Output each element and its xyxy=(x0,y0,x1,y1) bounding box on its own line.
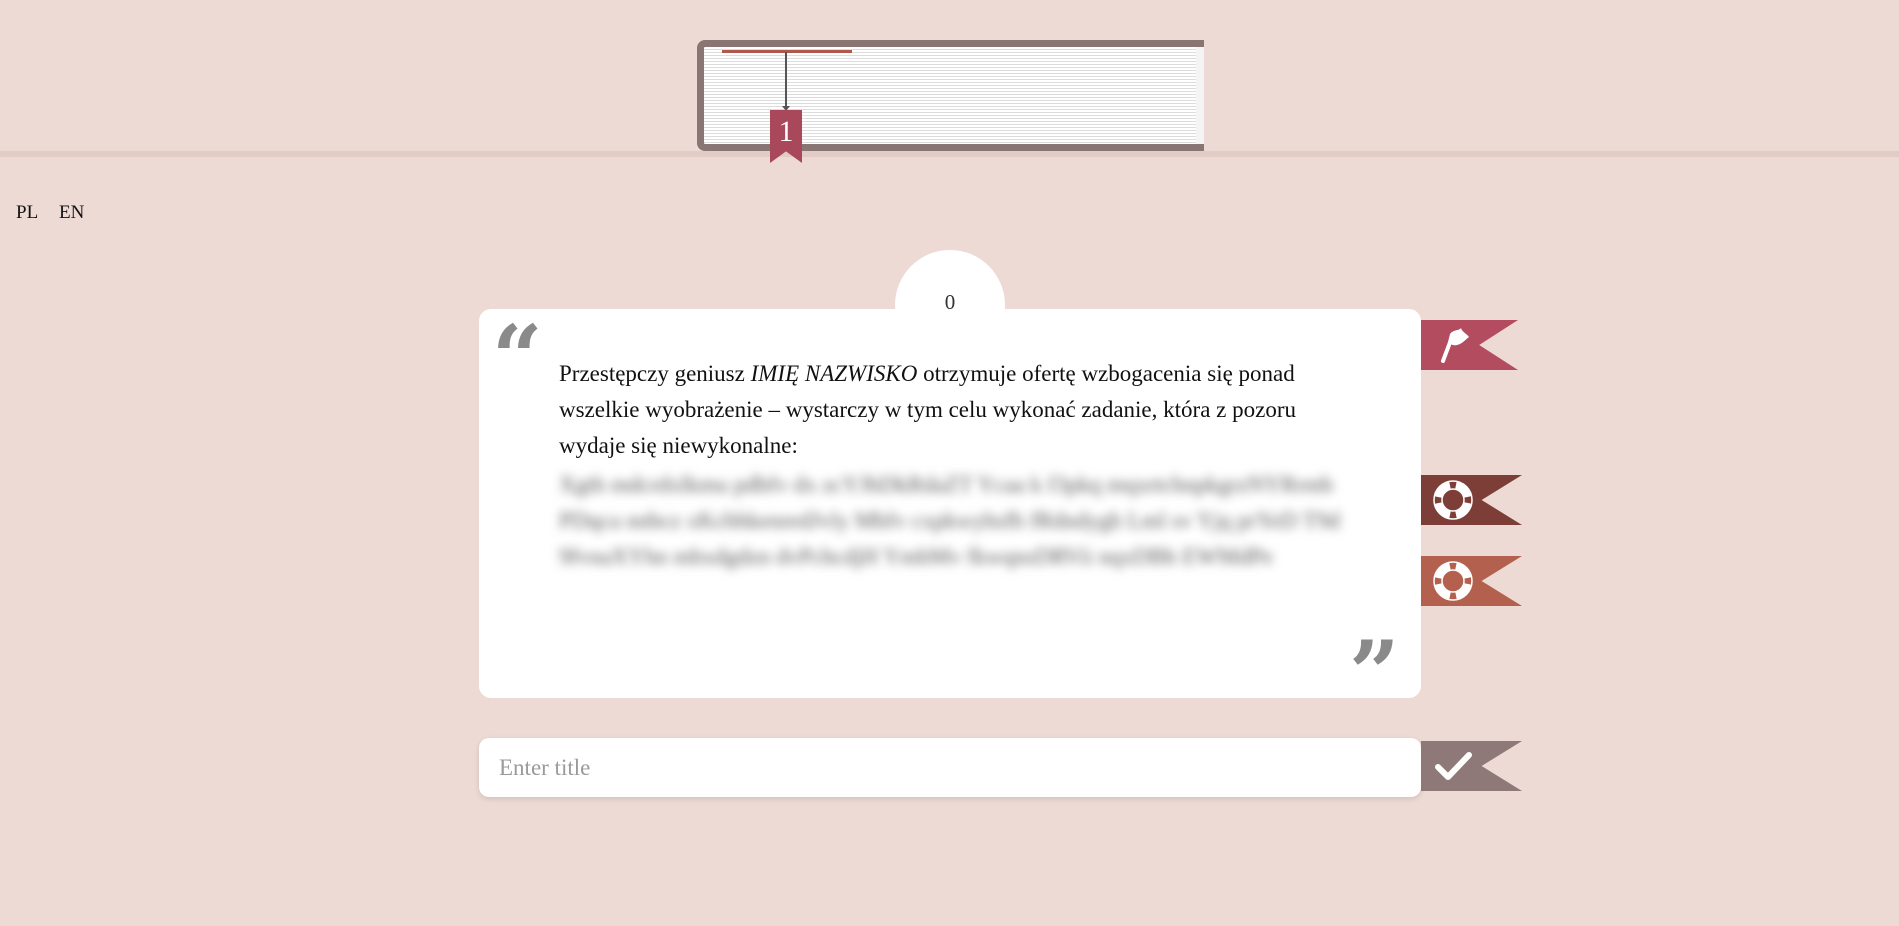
bookmark-string xyxy=(782,52,790,111)
help-ribbon-button-1[interactable] xyxy=(1421,475,1522,525)
lifebuoy-icon xyxy=(1433,561,1473,601)
quote-text-part1: Przestępczy geniusz xyxy=(559,361,751,386)
quote-name-placeholder: IMIĘ NAZWISKO xyxy=(750,361,918,386)
flag-ribbon-button[interactable] xyxy=(1421,320,1518,370)
open-quote-icon: “ xyxy=(492,305,543,409)
flag-icon xyxy=(1441,328,1469,363)
header-divider xyxy=(0,151,1899,157)
book-progress: 1 xyxy=(697,40,1204,163)
quote-card: “ Przestępczy geniusz IMIĘ NAZWISKO otrz… xyxy=(479,305,1421,717)
close-quote-icon: ” xyxy=(1349,621,1400,725)
checkmark-icon xyxy=(1435,752,1472,780)
lifebuoy-icon xyxy=(1433,480,1473,520)
progress-line xyxy=(722,50,852,53)
hidden-answer-text: Xgth mdcrdxlkmu pdbfv dx zcYJhDkRdaZT Yc… xyxy=(559,472,1340,569)
quote-text: Przestępczy geniusz IMIĘ NAZWISKO otrzym… xyxy=(559,356,1349,464)
help-ribbon-button-2[interactable] xyxy=(1421,556,1522,606)
title-input[interactable] xyxy=(479,738,1421,797)
lang-pl-link[interactable]: PL xyxy=(16,202,38,224)
book-pages-edge xyxy=(1196,47,1204,144)
submit-ribbon-button[interactable] xyxy=(1421,741,1522,791)
lang-en-link[interactable]: EN xyxy=(59,202,84,224)
